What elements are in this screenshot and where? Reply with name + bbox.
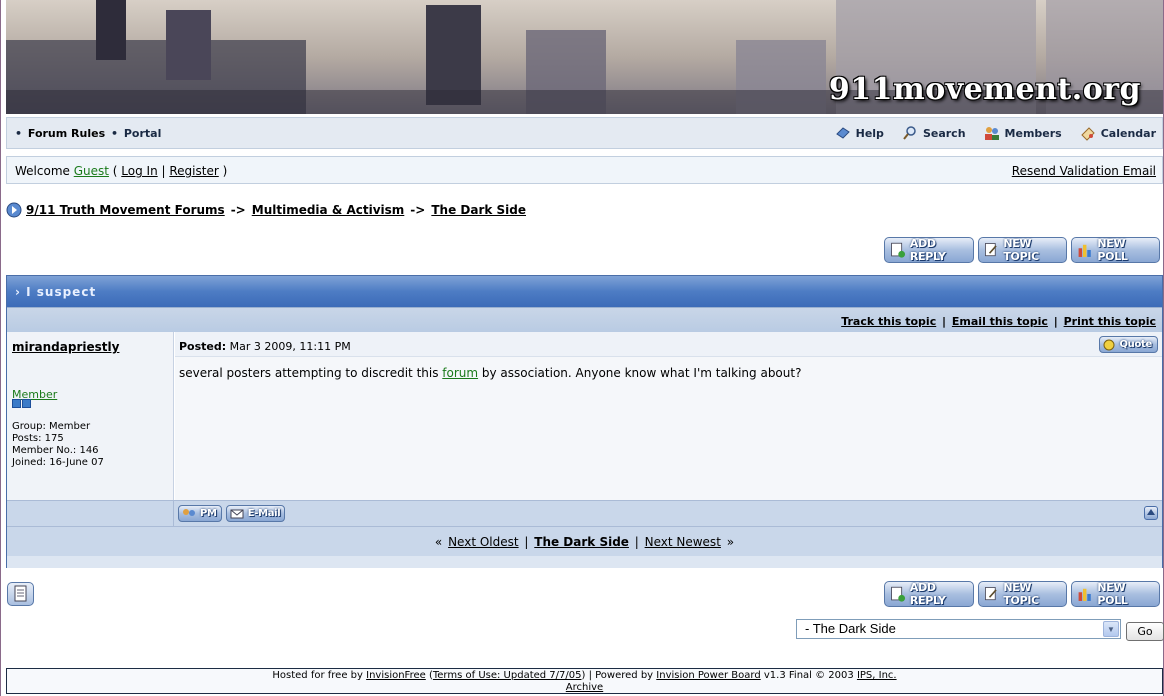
- topic-title: I suspect: [26, 285, 97, 299]
- search-icon: [903, 126, 916, 140]
- new-topic-icon: [985, 587, 997, 601]
- navbar-left: • Forum Rules • Portal: [15, 127, 162, 140]
- new-topic-button-bottom[interactable]: NEW TOPIC: [978, 581, 1067, 607]
- breadcrumb-dark-side[interactable]: The Dark Side: [431, 203, 526, 217]
- add-reply-icon: [891, 242, 906, 258]
- user-bar: Welcome Guest ( Log In | Register ) Rese…: [6, 156, 1163, 184]
- next-oldest-link[interactable]: Next Oldest: [448, 535, 519, 549]
- add-reply-icon: [891, 586, 906, 602]
- page-icon: [14, 585, 27, 602]
- register-link[interactable]: Register: [169, 164, 218, 178]
- post-author[interactable]: mirandapriestly: [12, 340, 119, 354]
- portal-link[interactable]: Portal: [124, 127, 162, 140]
- ipb-link[interactable]: Invision Power Board: [656, 670, 760, 681]
- new-poll-icon: [1078, 588, 1091, 601]
- email-topic-link[interactable]: Email this topic: [952, 315, 1048, 328]
- next-newest-link[interactable]: Next Newest: [645, 535, 721, 549]
- login-link[interactable]: Log In: [121, 164, 157, 178]
- help-icon: [835, 127, 850, 139]
- search-link[interactable]: Search: [902, 125, 966, 141]
- topic-title-bar: › I suspect: [7, 276, 1162, 307]
- breadcrumb-forums[interactable]: 9/11 Truth Movement Forums: [26, 203, 225, 217]
- site-title: 911movement.org: [828, 72, 1141, 107]
- post-body: several posters attempting to discredit …: [179, 366, 802, 380]
- email-button[interactable]: E-Mail: [225, 505, 286, 522]
- new-poll-button[interactable]: NEW POLL: [1071, 237, 1160, 263]
- guest-link[interactable]: Guest: [74, 164, 109, 178]
- forum-name-link[interactable]: The Dark Side: [534, 535, 629, 549]
- forum-link[interactable]: forum: [442, 366, 478, 380]
- chevron-down-icon: ▼: [1103, 621, 1119, 637]
- up-arrow-icon: [1147, 509, 1155, 515]
- go-button[interactable]: Go: [1126, 622, 1164, 641]
- top-navbar: • Forum Rules • Portal Help Search Membe…: [6, 117, 1163, 149]
- welcome-text: Welcome Guest ( Log In | Register ): [15, 164, 228, 178]
- topic-table: › I suspect Track this topic | Email thi…: [6, 275, 1163, 568]
- breadcrumb-multimedia[interactable]: Multimedia & Activism: [252, 203, 405, 217]
- bottom-action-buttons: ADD REPLY NEW TOPIC NEW POLL: [884, 581, 1160, 607]
- new-topic-icon: [985, 243, 997, 257]
- ips-link[interactable]: IPS, Inc.: [857, 670, 897, 681]
- member-rank-pips: [12, 399, 31, 408]
- navbar-right: Help Search Members Calendar: [835, 125, 1156, 141]
- page-footer: Hosted for free by InvisionFree (Terms o…: [6, 668, 1163, 694]
- invisionfree-link[interactable]: InvisionFree: [366, 670, 426, 681]
- help-link[interactable]: Help: [835, 125, 884, 141]
- new-poll-button-bottom[interactable]: NEW POLL: [1071, 581, 1160, 607]
- members-icon: [984, 127, 999, 140]
- calendar-icon: [1081, 127, 1095, 141]
- members-link[interactable]: Members: [984, 125, 1062, 141]
- post-footer: PM E-Mail: [7, 500, 1162, 526]
- member-info: Group: Member Posts: 175 Member No.: 146…: [12, 421, 104, 468]
- new-poll-icon: [1078, 244, 1091, 257]
- quote-button[interactable]: Quote: [1099, 336, 1158, 353]
- nav-arrow-icon: [6, 202, 22, 218]
- add-reply-button-bottom[interactable]: ADD REPLY: [884, 581, 974, 607]
- email-icon: [230, 509, 244, 518]
- topic-navigation: « Next Oldest | The Dark Side | Next New…: [7, 526, 1162, 556]
- forum-rules-link[interactable]: Forum Rules: [28, 127, 105, 140]
- site-banner: 911movement.org: [6, 0, 1163, 114]
- breadcrumb: 9/11 Truth Movement Forums -> Multimedia…: [6, 202, 526, 218]
- add-reply-button[interactable]: ADD REPLY: [884, 237, 974, 263]
- archive-link[interactable]: Archive: [566, 682, 603, 693]
- forum-jump-select[interactable]: - The Dark Side ▼: [796, 619, 1121, 639]
- post-header: Posted: Mar 3 2009, 11:11 PM Quote: [175, 332, 1162, 357]
- page-options-button[interactable]: [7, 582, 34, 606]
- pm-icon: [183, 508, 195, 516]
- print-topic-link[interactable]: Print this topic: [1064, 315, 1156, 328]
- pm-button[interactable]: PM: [178, 505, 222, 522]
- quote-icon: [1103, 339, 1115, 350]
- scroll-top-button[interactable]: [1144, 506, 1158, 520]
- top-action-buttons: ADD REPLY NEW TOPIC NEW POLL: [884, 237, 1160, 263]
- topic-actions: Track this topic | Email this topic | Pr…: [7, 307, 1162, 332]
- resend-validation-link[interactable]: Resend Validation Email: [1012, 164, 1156, 178]
- post-date: Mar 3 2009, 11:11 PM: [229, 340, 351, 353]
- post-author-panel: mirandapriestly Member Group: Member Pos…: [7, 332, 174, 500]
- terms-link[interactable]: Terms of Use: Updated 7/7/05: [433, 670, 582, 681]
- new-topic-button[interactable]: NEW TOPIC: [978, 237, 1067, 263]
- track-topic-link[interactable]: Track this topic: [841, 315, 936, 328]
- post-row: mirandapriestly Member Group: Member Pos…: [7, 332, 1162, 500]
- post-content-panel: Posted: Mar 3 2009, 11:11 PM Quote sever…: [175, 332, 1162, 500]
- calendar-link[interactable]: Calendar: [1080, 125, 1156, 141]
